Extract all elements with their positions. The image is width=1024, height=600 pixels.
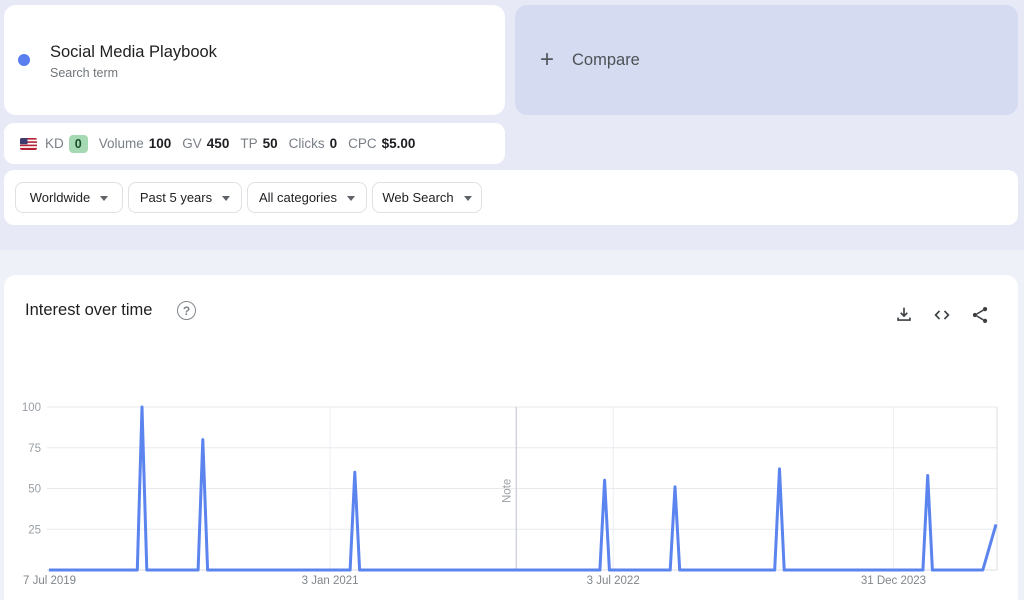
plus-icon: + xyxy=(538,51,556,69)
filter-category-dropdown[interactable]: All categories xyxy=(247,182,367,213)
search-term-subtitle: Search term xyxy=(50,66,217,80)
svg-text:25: 25 xyxy=(28,524,41,536)
series-color-dot xyxy=(18,54,30,66)
svg-text:50: 50 xyxy=(28,484,41,496)
chevron-down-icon xyxy=(347,196,355,201)
chevron-down-icon xyxy=(464,196,472,201)
svg-text:75: 75 xyxy=(28,443,41,455)
keyword-metrics-bar: KD 0 Volume 100 GV 450 TP 50 Clicks 0 CP… xyxy=(4,123,505,164)
svg-text:31 Dec 2023: 31 Dec 2023 xyxy=(861,575,926,587)
filter-category-label: All categories xyxy=(259,190,337,205)
metric-gv: GV 450 xyxy=(182,136,229,151)
svg-text:Note: Note xyxy=(501,479,513,503)
filter-timerange-dropdown[interactable]: Past 5 years xyxy=(128,182,242,213)
search-term-title: Social Media Playbook xyxy=(50,41,217,63)
svg-text:3 Jan 2021: 3 Jan 2021 xyxy=(302,575,359,587)
metric-tp: TP 50 xyxy=(240,136,277,151)
svg-text:3 Jul 2022: 3 Jul 2022 xyxy=(587,575,640,587)
metric-clicks: Clicks 0 xyxy=(289,136,338,151)
kd-badge: 0 xyxy=(69,135,88,153)
metric-cpc: CPC $5.00 xyxy=(348,136,415,151)
filter-searchtype-label: Web Search xyxy=(382,190,453,205)
metric-kd: KD 0 xyxy=(45,135,88,153)
filters-bar: Worldwide Past 5 years All categories We… xyxy=(4,170,1018,225)
svg-text:100: 100 xyxy=(22,402,41,414)
filter-region-label: Worldwide xyxy=(30,190,90,205)
compare-label: Compare xyxy=(572,51,640,70)
metric-volume: Volume 100 xyxy=(99,136,172,151)
chevron-down-icon xyxy=(222,196,230,201)
filter-searchtype-dropdown[interactable]: Web Search xyxy=(372,182,482,213)
svg-text:7 Jul 2019: 7 Jul 2019 xyxy=(23,575,76,587)
interest-over-time-card: Interest over time ? xyxy=(4,275,1018,600)
chevron-down-icon xyxy=(100,196,108,201)
trends-page: Social Media Playbook Search term + Comp… xyxy=(0,0,1024,600)
filter-region-dropdown[interactable]: Worldwide xyxy=(15,182,123,213)
us-flag-icon xyxy=(20,138,37,150)
filter-timerange-label: Past 5 years xyxy=(140,190,212,205)
search-term-card[interactable]: Social Media Playbook Search term xyxy=(4,5,505,115)
compare-add-button[interactable]: + Compare xyxy=(515,5,1018,115)
interest-over-time-chart[interactable]: 100 75 50 25 7 Jul 2019 3 Jan 2021 3 Jul 2022 3… xyxy=(4,275,1018,600)
